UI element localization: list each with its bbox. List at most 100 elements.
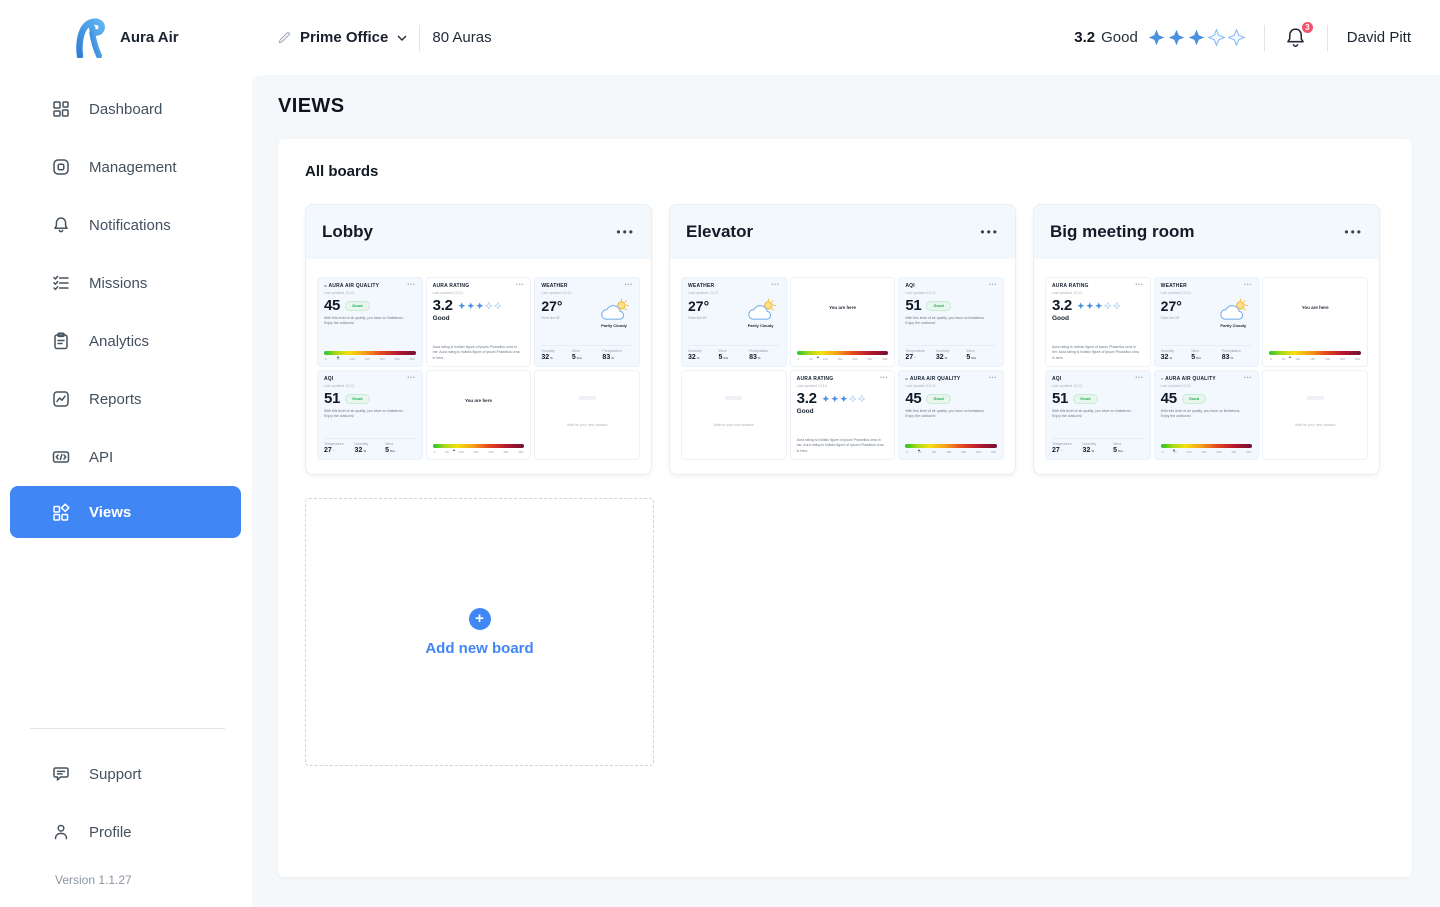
board-card[interactable]: Big meeting room ••• AURA RATING ••• Las… <box>1033 204 1380 475</box>
aqi-gradient-bar <box>433 444 525 448</box>
widget-menu-icon: ••• <box>516 283 524 287</box>
you-are-here-label: You are here <box>797 305 889 310</box>
board-header: Elevator ••• <box>670 205 1015 259</box>
star-icon <box>1077 302 1085 310</box>
widget-menu-icon: ••• <box>625 283 633 287</box>
stat-label: Humidity <box>355 442 386 446</box>
stat-value: 32 <box>355 447 363 454</box>
aqi-scale: 050100150200300500 <box>1161 444 1253 454</box>
status-badge: Good <box>926 301 950 311</box>
support-chat-icon <box>51 764 71 784</box>
temperature-value: 27° <box>541 299 562 313</box>
widget-last-updated: Last updated 13:13 <box>688 291 780 295</box>
weather-condition: Partly Cloudy <box>742 323 780 328</box>
sidebar-item-dashboard[interactable]: Dashboard <box>0 80 252 138</box>
sidebar-item-analytics[interactable]: Analytics <box>0 312 252 370</box>
scale-marker-icon <box>1289 356 1291 358</box>
skeleton-bar <box>725 396 742 400</box>
stat-value: 32 <box>936 354 944 361</box>
sidebar-nav: Dashboard Management Notifications Missi… <box>0 75 252 538</box>
board-title: Lobby <box>322 222 373 242</box>
aqi-scale-ticks: 050100150200300500 <box>1161 450 1253 454</box>
widget-title: AURA AIR QUALITY <box>910 376 961 382</box>
sidebar-item-label: Dashboard <box>89 101 162 118</box>
aqi-scale: 050100150200300500 <box>905 444 997 454</box>
widget-title: AQI <box>324 376 334 382</box>
divider <box>1264 25 1265 51</box>
stat-unit: Km <box>390 449 395 453</box>
divider <box>1327 25 1328 51</box>
widget-menu-icon: ••• <box>1244 283 1252 287</box>
board-title: Big meeting room <box>1050 222 1195 242</box>
board-card[interactable]: Elevator ••• WEATHER ••• Last updated 13… <box>669 204 1016 475</box>
location-selector[interactable]: Prime Office <box>278 29 407 46</box>
sidebar-item-notifications[interactable]: Notifications <box>0 196 252 254</box>
sidebar-item-reports[interactable]: Reports <box>0 370 252 428</box>
board-menu-icon[interactable]: ••• <box>1344 228 1363 236</box>
user-menu[interactable]: David Pitt <box>1347 29 1411 46</box>
air-quality-value: 45 <box>1161 391 1177 406</box>
aqi-value: 51 <box>905 298 921 313</box>
sidebar-item-management[interactable]: Management <box>0 138 252 196</box>
stat-label: Temperature <box>1052 442 1083 446</box>
aqi-stats: Temperature 27° Humidity 32% Wind 5Km <box>905 345 997 361</box>
sidebar-item-missions[interactable]: Missions <box>0 254 252 312</box>
sidebar-item-label: Missions <box>89 275 147 292</box>
widget-you-are-here: You are here 050100150200300500 <box>426 370 532 460</box>
stat-value: 5 <box>719 354 723 361</box>
placeholder-text: Wait for your new creation <box>1269 423 1361 427</box>
board-menu-icon[interactable]: ••• <box>980 228 999 236</box>
stat-label: Precipitation <box>749 349 780 353</box>
widget-description: With this level of air quality, you have… <box>1161 409 1253 420</box>
overall-rating: 3.2 Good <box>1074 29 1245 46</box>
widget-menu-icon: ••• <box>771 283 779 287</box>
section-title: All boards <box>305 163 1385 180</box>
feels-like: Feels like 28° <box>688 316 709 320</box>
widget-description: With this level of air quality, you have… <box>905 316 997 327</box>
widget-title: AQI <box>905 283 915 289</box>
star-icon <box>1095 302 1103 310</box>
stat-value: 32 <box>1161 354 1169 361</box>
air-quality-value: 45 <box>324 298 340 313</box>
sidebar-item-support[interactable]: Support <box>0 745 252 803</box>
star-icon <box>858 395 866 403</box>
star-icon <box>1168 29 1185 46</box>
stat-label: Temperature <box>324 442 355 446</box>
location-name: Prime Office <box>300 29 388 46</box>
star-icon <box>476 302 484 310</box>
boards-row: Lobby ••• AURA AIR QUALITY ••• Last upda… <box>305 204 1385 475</box>
sidebar: Aura Air Dashboard Management Notificati… <box>0 0 252 907</box>
widget-menu-icon: ••• <box>1244 376 1252 380</box>
notifications-button[interactable]: 3 <box>1284 26 1308 50</box>
stat-unit: Km <box>971 356 976 360</box>
add-new-board-button[interactable]: + Add new board <box>305 498 654 766</box>
stat-unit: % <box>611 356 614 360</box>
views-boards-icon <box>51 502 71 522</box>
content-area: VIEWS All boards Lobby ••• AURA AIR QUAL… <box>252 75 1440 907</box>
stat-value: 5 <box>572 354 576 361</box>
app-version: Version 1.1.27 <box>55 873 252 887</box>
stat-value: 5 <box>1113 447 1117 454</box>
rating-stars <box>822 395 866 403</box>
sidebar-item-api[interactable]: API <box>0 428 252 486</box>
widget-title: AURA RATING <box>797 376 834 382</box>
stat-unit: ° <box>1061 449 1062 453</box>
widget-menu-icon: ••• <box>989 283 997 287</box>
board-menu-icon[interactable]: ••• <box>616 228 635 236</box>
weather-stats: Humidity 32% Wind 5Km Precipitation 83% <box>1161 345 1253 361</box>
pencil-icon[interactable] <box>278 31 291 44</box>
star-icon <box>467 302 475 310</box>
stat-unit: Km <box>723 356 728 360</box>
widget-title: AURA AIR QUALITY <box>329 283 380 289</box>
star-icon <box>1188 29 1205 46</box>
sidebar-item-profile[interactable]: Profile <box>0 803 252 861</box>
board-card[interactable]: Lobby ••• AURA AIR QUALITY ••• Last upda… <box>305 204 652 475</box>
skeleton-bar <box>579 396 596 400</box>
widget-title: AQI <box>1052 376 1062 382</box>
add-new-board-label: Add new board <box>425 640 533 657</box>
star-icon <box>1228 29 1245 46</box>
app-name: Aura Air <box>120 29 179 46</box>
sidebar-item-views[interactable]: Views <box>10 486 241 538</box>
placeholder-text: Wait for your new creation <box>688 423 780 427</box>
widget-menu-icon: ••• <box>407 376 415 380</box>
